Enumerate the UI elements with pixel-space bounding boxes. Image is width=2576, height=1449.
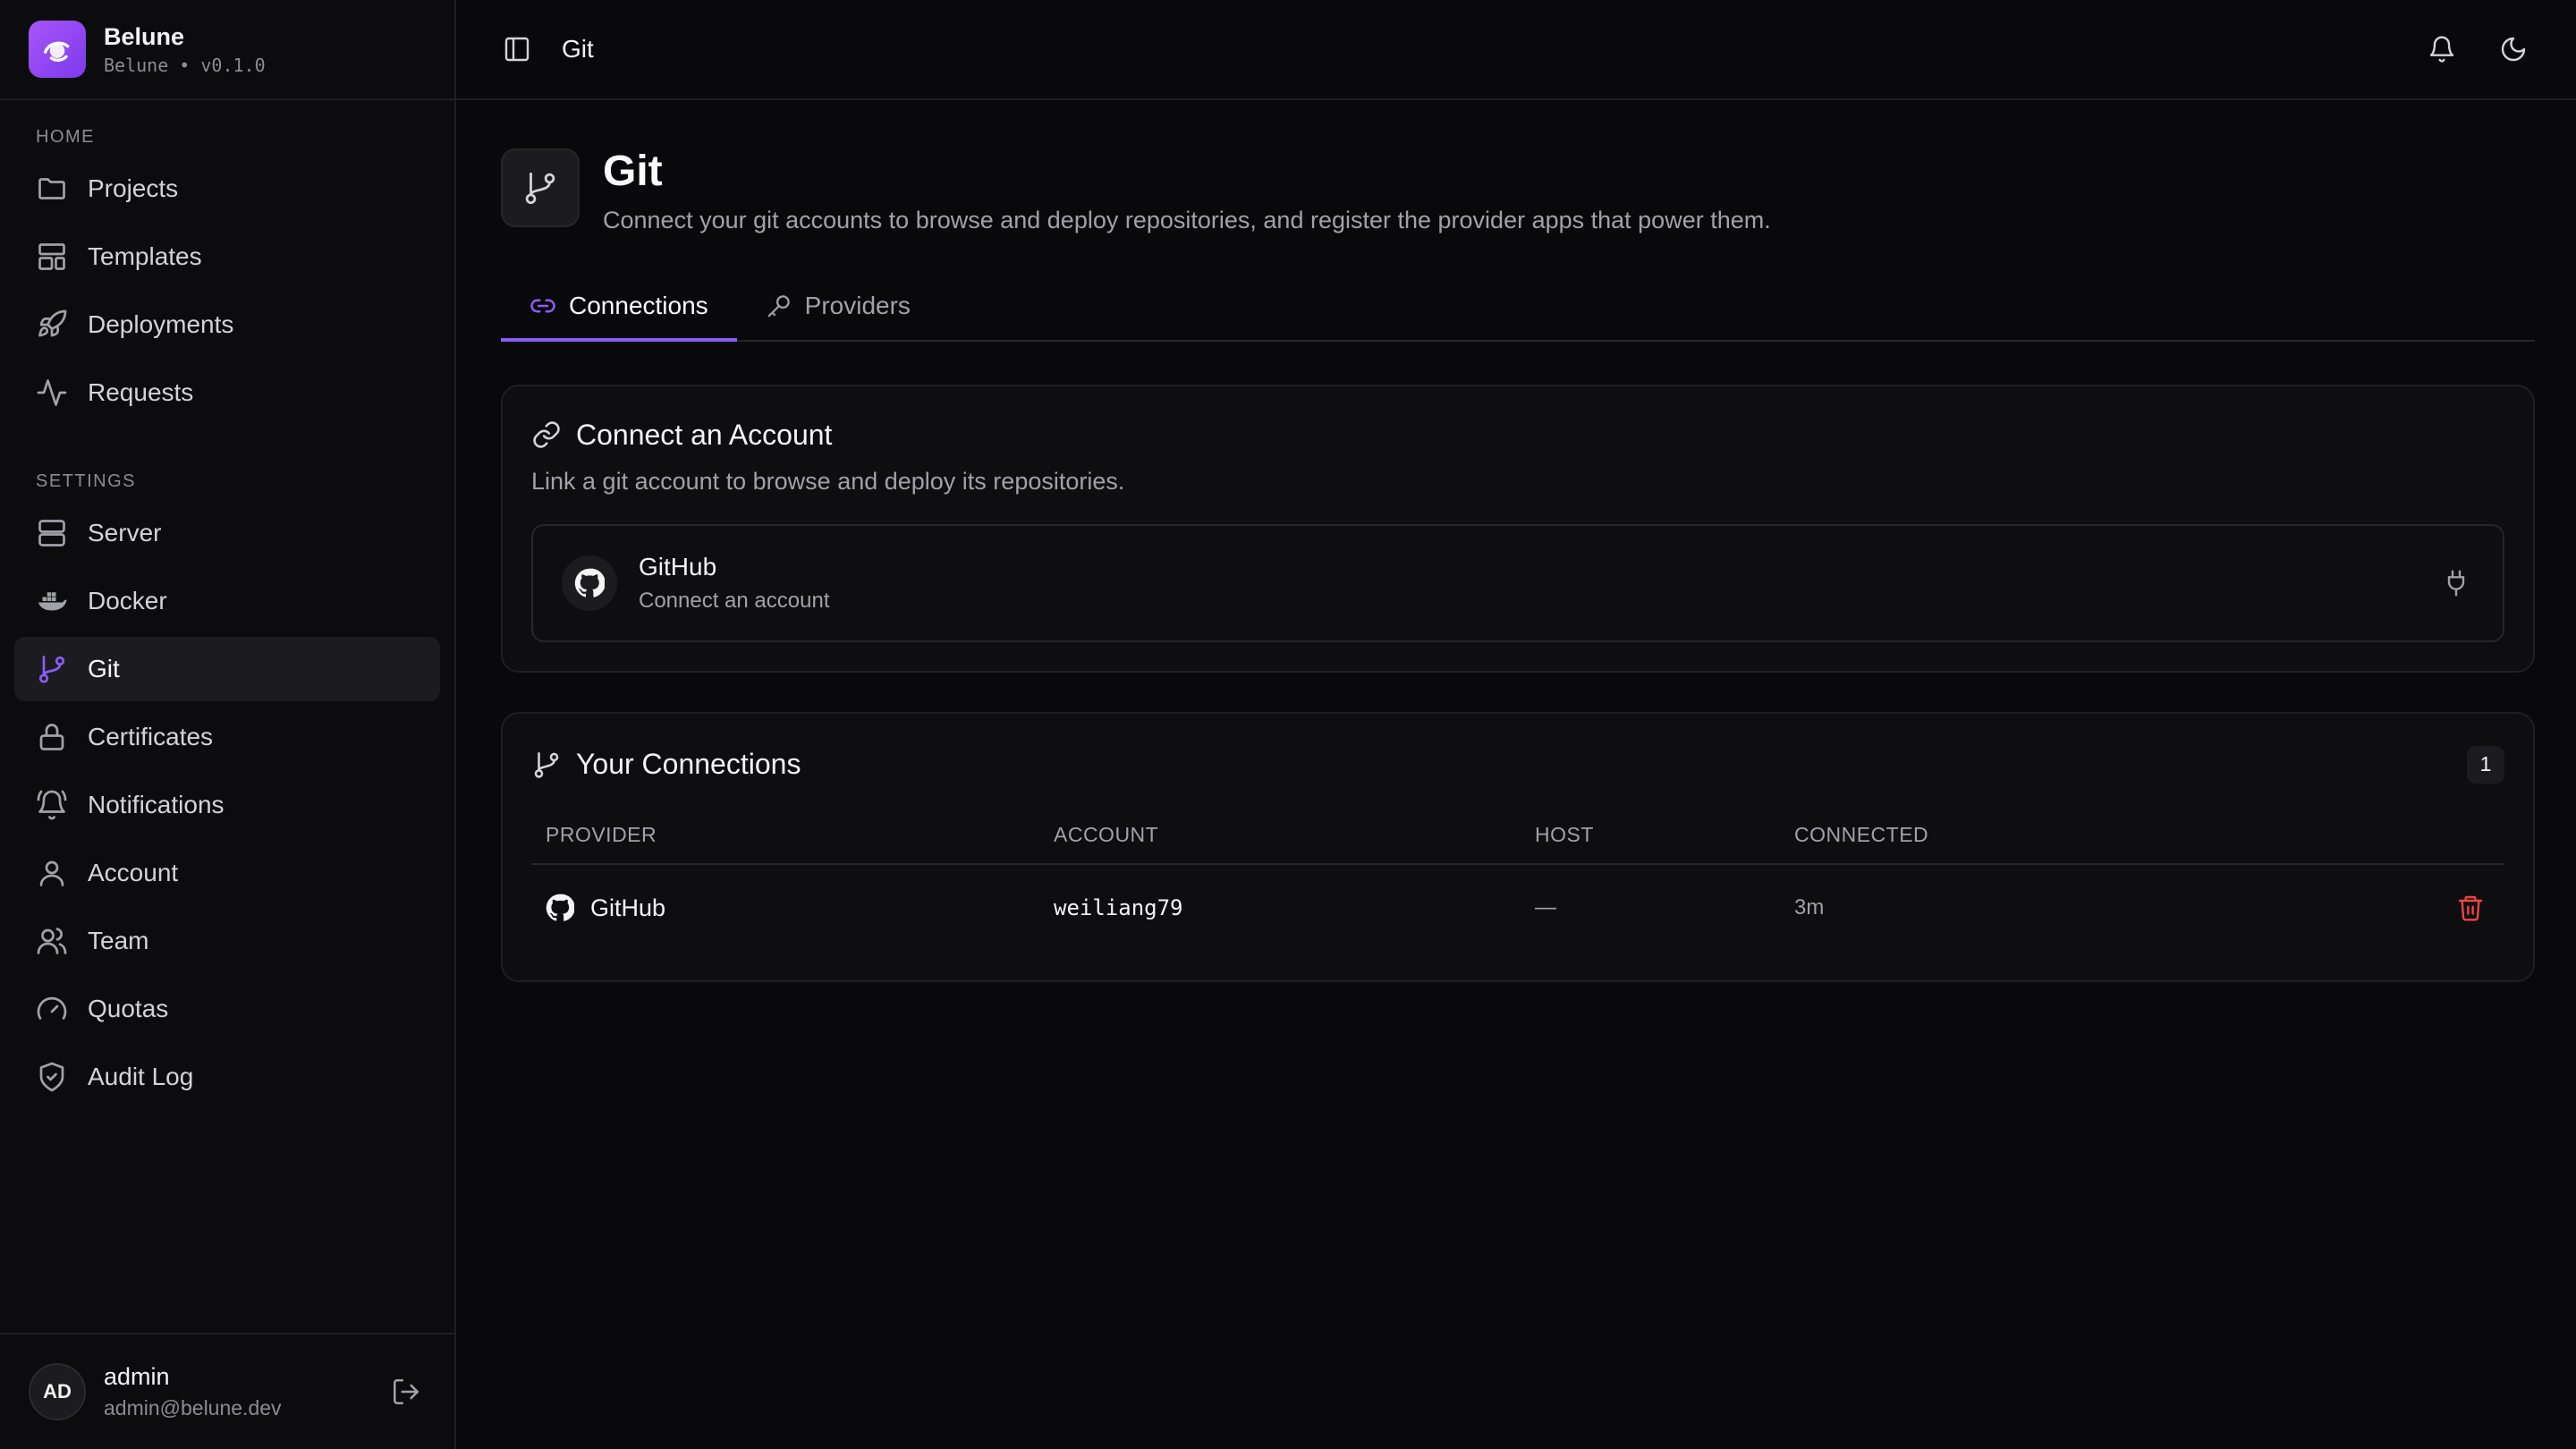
column-header-host: HOST [1521,813,1780,865]
sidebar-item-label: Server [88,519,162,547]
theme-toggle-button[interactable] [2494,30,2533,69]
github-icon [562,555,617,611]
provider-cell: GitHub [590,894,666,921]
sidebar-item-label: Audit Log [88,1063,194,1090]
users-icon [37,928,67,954]
sidebar-item-team[interactable]: Team [14,909,440,973]
git-branch-icon [38,656,65,683]
connections-table: PROVIDER ACCOUNT HOST CONNECTED GitHub w… [531,813,2504,952]
page-description: Connect your git accounts to browse and … [603,206,1771,233]
tab-label: Connections [569,291,708,319]
card-title: Your Connections [576,748,801,781]
moon-icon [2501,37,2526,62]
topbar: Git [0,0,2576,100]
column-header-connected: CONNECTED [1780,813,2433,865]
user-email: admin@belune.dev [104,1396,282,1419]
connected-cell: 3m [1794,895,1825,920]
git-branch-icon [534,751,559,778]
link-2-icon [533,421,560,449]
page-header: Git Connect your git accounts to browse … [501,100,2535,234]
sidebar-item-audit-log[interactable]: Audit Log [14,1045,440,1109]
provider-name: GitHub [639,552,717,580]
sidebar-item-requests[interactable]: Requests [14,360,440,425]
user-icon [39,860,64,886]
sidebar-item-deployments[interactable]: Deployments [14,292,440,357]
bell-ring-icon [37,790,67,820]
provider-subtitle: Connect an account [639,588,830,613]
link-icon [530,299,555,313]
sidebar-item-label: Requests [88,378,194,406]
page-title: Git [603,148,663,195]
sidebar-item-templates[interactable]: Templates [14,225,440,289]
card-description: Link a git account to browse and deploy … [531,467,1125,495]
sidebar-item-label: Deployments [88,310,234,338]
shield-check-icon [39,1062,64,1092]
table-row: GitHub weiliang79 — 3m [531,864,2504,952]
delete-connection-button[interactable] [2451,888,2490,928]
connections-card: Your Connections 1 PROVIDER ACCOUNT HOST… [501,711,2535,982]
sidebar-item-label: Notifications [88,791,225,818]
sidebar-nav: HOME Projects Templates Deployments Requ… [0,100,454,1333]
sidebar-item-projects[interactable]: Projects [14,157,440,221]
sidebar-toggle-button[interactable] [497,30,537,69]
tab-providers[interactable]: Providers [737,272,939,340]
panel-left-icon [504,37,530,62]
server-icon [38,520,65,547]
avatar[interactable]: AD [29,1363,86,1420]
nav-section-settings: SETTINGS [36,471,137,491]
git-branch-icon [501,148,580,227]
logout-button[interactable] [386,1372,426,1411]
tab-connections[interactable]: Connections [501,272,737,342]
column-header-actions [2433,813,2504,865]
gauge-icon [37,996,67,1020]
sidebar-item-label: Projects [88,174,179,202]
activity-icon [37,379,67,406]
sidebar-item-certificates[interactable]: Certificates [14,705,440,769]
trash-icon [2458,895,2483,921]
user-profile: AD admin admin@belune.dev [0,1333,454,1449]
sidebar-item-server[interactable]: Server [14,501,440,565]
docker-icon [38,592,67,611]
connections-count-badge: 1 [2467,745,2504,784]
lock-icon [39,724,64,750]
layout-template-icon [38,243,65,270]
host-cell: — [1535,895,1556,920]
account-cell: weiliang79 [1054,895,1183,921]
sidebar-item-label: Account [88,859,179,886]
sidebar-item-docker[interactable]: Docker [14,569,440,633]
sidebar-item-label: Certificates [88,723,214,750]
main-content: Git Connect your git accounts to browse … [501,100,2535,982]
plug-icon [2447,570,2465,597]
sidebar-item-label: Team [88,927,149,954]
sidebar-item-label: Quotas [88,995,169,1022]
sidebar-item-notifications[interactable]: Notifications [14,773,440,837]
sidebar-item-git[interactable]: Git [14,637,440,701]
nav-section-home: HOME [36,127,95,147]
sidebar-item-label: Templates [88,242,202,270]
sidebar: Belune Belune • v0.1.0 HOME Projects Tem… [0,0,456,1449]
sidebar-item-label: Git [88,655,120,682]
user-name: admin [104,1363,170,1390]
sidebar-item-quotas[interactable]: Quotas [14,977,440,1041]
bell-icon [2429,36,2454,63]
github-icon [546,894,574,922]
log-out-icon [393,1378,419,1405]
tab-bar: Connections Providers [501,272,2535,342]
rocket-icon [38,309,67,337]
notifications-button[interactable] [2422,30,2462,69]
tab-label: Providers [804,291,911,319]
column-header-provider: PROVIDER [531,813,1039,865]
card-title: Connect an Account [576,418,833,451]
folder-icon [38,178,65,199]
sidebar-item-label: Docker [88,587,167,614]
sidebar-item-account[interactable]: Account [14,841,440,905]
breadcrumb: Git [562,35,594,63]
column-header-account: ACCOUNT [1039,813,1521,865]
key-icon [767,295,790,318]
connect-account-card: Connect an Account Link a git account to… [501,384,2535,673]
connect-github-button[interactable]: GitHub Connect an account [531,523,2504,642]
